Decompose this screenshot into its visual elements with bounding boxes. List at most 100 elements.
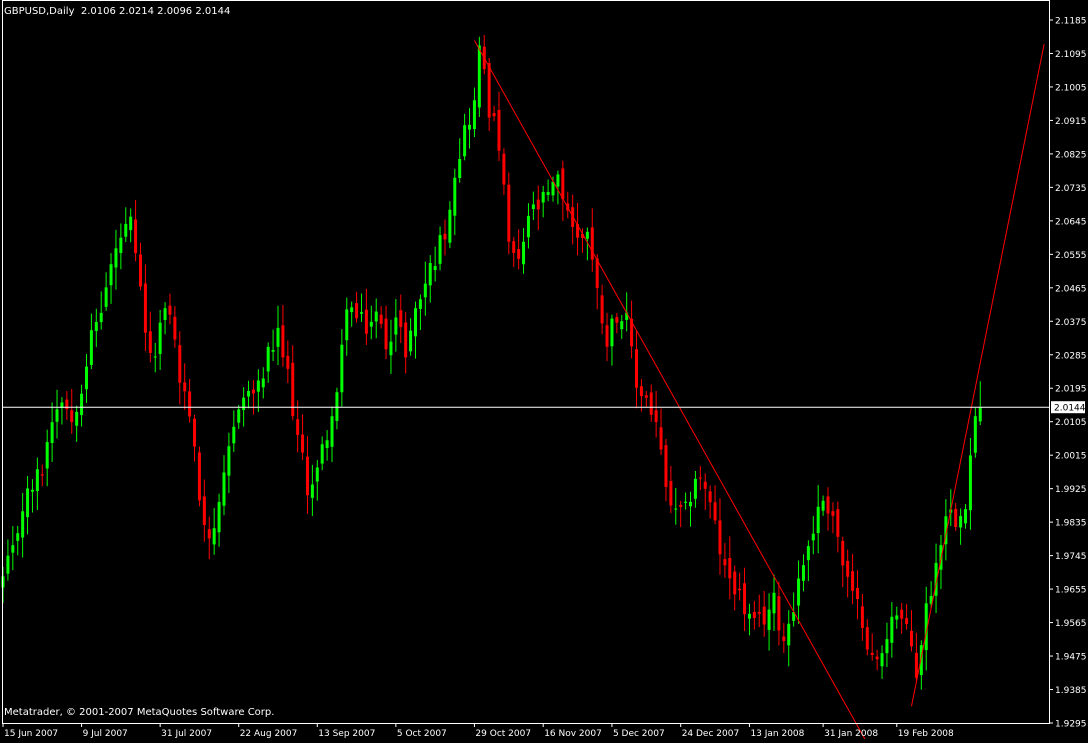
candle-body [605, 325, 609, 347]
y-tick-label: 2.0645 [1055, 217, 1087, 227]
candle-body [512, 241, 516, 253]
candle-body [301, 434, 305, 453]
candle-body [423, 283, 427, 298]
candle-body [222, 472, 226, 506]
candle-body [271, 350, 275, 352]
y-tick-label: 1.9385 [1055, 686, 1087, 696]
candle-body [325, 440, 329, 449]
candle-body [26, 488, 30, 518]
symbol-info-label: GBPUSD,Daily 2.0106 2.0214 2.0096 2.0144 [4, 6, 230, 17]
y-tick-label: 2.0555 [1055, 251, 1087, 261]
candle-body [649, 392, 653, 415]
candle-body [703, 481, 707, 489]
candle-body [855, 588, 859, 600]
candle-body [50, 422, 54, 444]
candlestick-chart-svg[interactable]: 2.1185 2.1095 2.1005 2.0915 2.0825 2.0735 2.06… [0, 0, 1088, 743]
candle-body [801, 565, 805, 581]
x-tick-label: 13 Jan 2008 [750, 729, 804, 739]
candle-body [207, 529, 211, 539]
copyright-label: Metatrader, © 2001-2007 MetaQuotes Softw… [4, 707, 274, 718]
y-tick-label: 2.0285 [1055, 351, 1087, 361]
candle-body [409, 330, 413, 352]
candle-body [782, 636, 786, 642]
candle-body [414, 308, 418, 337]
candle-body [453, 177, 457, 216]
candle-body [723, 559, 727, 566]
candle-body [45, 442, 49, 469]
candle-body [860, 606, 864, 628]
candle-body [767, 609, 771, 630]
y-tick-label: 1.9835 [1055, 519, 1087, 529]
candle-body [492, 113, 496, 117]
y-tick-label: 1.9565 [1055, 619, 1087, 629]
candle-body [16, 533, 20, 541]
candle-body [757, 612, 761, 614]
candle-body [247, 390, 251, 397]
candle-body [875, 656, 879, 660]
candle-body [75, 411, 79, 426]
candle-body [585, 231, 589, 239]
candle-body [679, 504, 683, 507]
candle-body [458, 159, 462, 178]
price-chart[interactable]: 2.1185 2.1095 2.1005 2.0915 2.0825 2.0735 2.06… [0, 0, 1088, 743]
candle-body [890, 616, 894, 643]
candle-body [507, 184, 511, 242]
candle-body [251, 389, 255, 394]
y-tick-label: 1.9925 [1055, 485, 1087, 495]
candle-body [305, 456, 309, 496]
y-tick-label: 1.9745 [1055, 552, 1087, 562]
candle-body [747, 613, 751, 619]
x-tick-label: 29 Oct 2007 [475, 729, 531, 739]
candle-body [846, 560, 850, 577]
candle-body [389, 341, 393, 356]
candle-body [21, 511, 25, 538]
candle-body [55, 409, 59, 422]
candle-body [124, 223, 128, 237]
candle-body [816, 506, 820, 534]
candle-body [728, 558, 732, 579]
y-tick-label: 2.0825 [1055, 150, 1087, 160]
y-tick-label: 2.1185 [1055, 17, 1087, 27]
candle-body [70, 410, 74, 423]
candle-body [89, 330, 93, 365]
y-tick-label: 2.0465 [1055, 284, 1087, 294]
x-tick-label: 19 Feb 2008 [898, 729, 954, 739]
candle-body [153, 356, 157, 358]
candle-body [364, 309, 368, 334]
candle-body [104, 287, 108, 307]
x-tick-label: 22 Aug 2007 [240, 729, 298, 739]
candle-body [379, 314, 383, 324]
candle-body [777, 596, 781, 631]
y-tick-label: 1.9655 [1055, 586, 1087, 596]
candle-body [738, 588, 742, 591]
candle-body [698, 477, 702, 479]
y-tick-label: 1.9475 [1055, 653, 1087, 663]
candle-body [394, 317, 398, 335]
candle-body [821, 500, 825, 511]
candle-body [502, 153, 506, 185]
candle-body [315, 467, 319, 482]
candle-body [143, 283, 147, 333]
candle-body [6, 555, 10, 574]
candle-body [242, 397, 246, 410]
candle-body [418, 299, 422, 309]
candle-body [80, 393, 84, 416]
y-tick-label: 2.1095 [1055, 50, 1087, 60]
candle-body [870, 652, 874, 655]
x-tick-label: 9 Jul 2007 [83, 729, 128, 739]
candle-body [561, 168, 565, 200]
candle-body [841, 540, 845, 566]
candle-body [634, 349, 638, 388]
candle [197, 446, 201, 507]
candle-body [114, 248, 118, 268]
candle-body [713, 502, 717, 521]
candle-body [909, 630, 913, 647]
y-tick-label: 2.0915 [1055, 117, 1087, 127]
candle-body [590, 227, 594, 260]
candle-body [84, 366, 88, 390]
candle-body [369, 321, 373, 327]
candle-body [40, 474, 44, 476]
candle-body [880, 653, 884, 667]
candle-body [463, 125, 467, 157]
candle-body [276, 327, 280, 347]
